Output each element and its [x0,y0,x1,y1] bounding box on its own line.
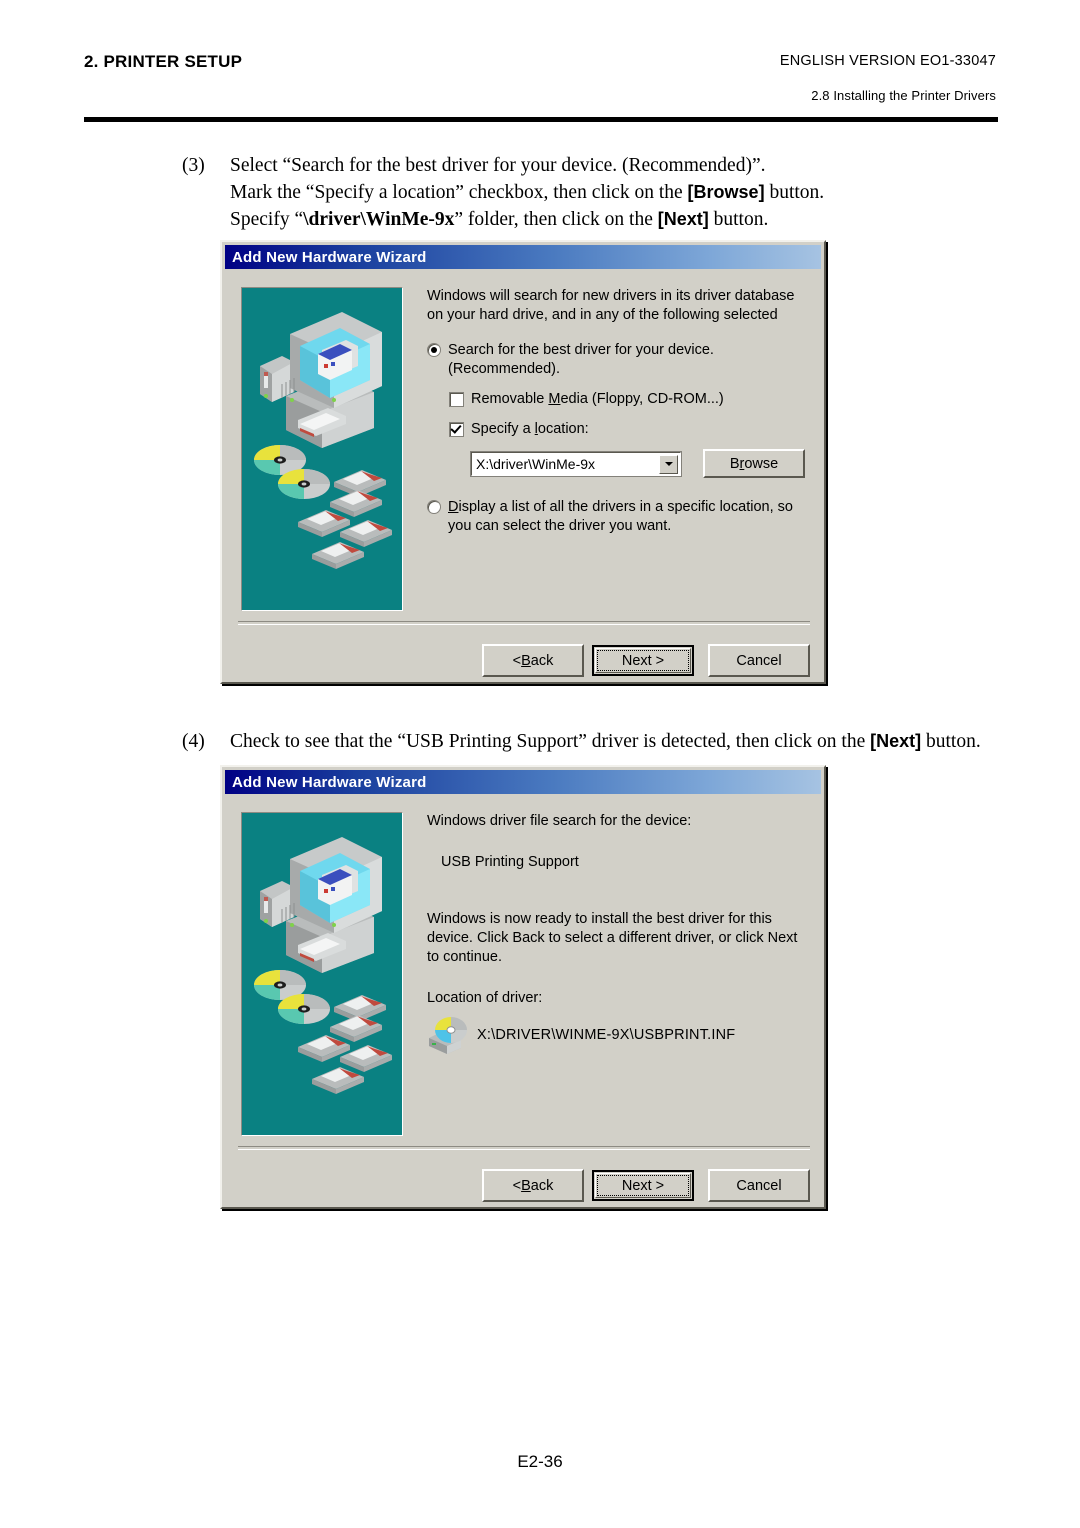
step-3-line3-pre: Specify “ [230,209,304,230]
checkbox-specify-location[interactable]: Specify a location: [427,420,810,439]
checkbox-checked-icon[interactable] [449,422,464,437]
browse-button-label-pre: B [729,455,740,472]
radio-display-list-line2: you can select the driver you want. [448,518,672,534]
step-4-paragraph: (4) Check to see that the “USB Printing … [182,728,1062,755]
computer-cd-floppy-illustration [242,288,402,610]
back-button-label-pre: < [512,1177,522,1194]
dialog-1-titlebar[interactable]: Add New Hardware Wizard [225,245,821,269]
ready-message-line3: to continue. [427,949,502,965]
step-3-folder-path: \driver\WinMe-9x [303,209,455,230]
browse-button[interactable]: Br owse [703,449,805,478]
location-combobox[interactable]: X:\driver\WinMe-9x [470,450,682,477]
checkbox-removable-media[interactable]: Removable Media (Floppy, CD-ROM...) [427,390,810,409]
back-button-mnemonic: B [521,652,531,669]
radio-search-best-driver-line2: (Recommended). [448,361,561,377]
checkbox-removable-media-label-pre: Removable [471,391,549,407]
checkbox-removable-media-mnemonic: M [548,391,561,407]
chevron-down-icon[interactable] [659,454,678,474]
page-footer: E2-36 [0,1452,1080,1472]
driver-path-value: X:\DRIVER\WINME-9X\USBPRINT.INF [477,1027,736,1043]
checkbox-removable-media-label-post: edia (Floppy, CD-ROM...) [560,391,724,407]
checkbox-specify-location-label-post: ocation: [537,421,589,437]
radio-display-list[interactable]: Display a list of all the drivers in a s… [427,498,810,536]
dialog-1-intro-line1: Windows will search for new drivers in i… [427,288,795,304]
back-button-label-post: ack [530,1177,554,1194]
step-3-next-ref: [Next] [657,209,709,229]
add-new-hardware-wizard-dialog-2[interactable]: Add New Hardware Wizard Windows driver f… [220,765,826,1209]
step-3-line2-post: button. [764,182,825,203]
back-button-mnemonic: B [521,1177,531,1194]
radio-display-list-mnemonic: D [448,499,459,515]
step-3-paragraph: (3) Select “Search for the best driver f… [182,152,1042,233]
back-button-label-post: ack [530,652,554,669]
detected-device-name: USB Printing Support [441,854,579,870]
radio-search-best-driver[interactable]: Search for the best driver for your devi… [427,341,810,379]
page-number: E2-36 [517,1452,563,1471]
dialog-1-button-bar: < Back Next > Cancel [482,644,810,677]
location-of-driver-label: Location of driver: [427,990,543,1006]
next-button[interactable]: Next > [595,1173,691,1198]
dialog-2-separator [238,1146,810,1150]
header-divider [84,117,998,122]
back-button[interactable]: < Back [482,644,584,677]
dialog-1-intro-line2: on your hard drive, and in any of the fo… [427,307,778,323]
step-4-line1-post: button. [921,731,981,752]
step-3-number: (3) [182,155,205,176]
subsection-label: 2.8 Installing the Printer Drivers [811,88,996,103]
next-button[interactable]: Next > [595,648,691,673]
section-title: 2. PRINTER SETUP [84,52,243,71]
dialog-2-titlebar[interactable]: Add New Hardware Wizard [225,770,821,794]
step-4-next-ref: [Next] [870,731,922,751]
step-3-line2-pre: Mark the “Specify a location” checkbox, … [230,182,688,203]
step-3-line3-post: button. [708,209,769,230]
dialog-2-content: Windows driver file search for the devic… [427,812,810,1054]
next-button-default-frame[interactable]: Next > [592,1170,694,1201]
computer-cd-floppy-illustration [242,813,402,1135]
driver-search-label: Windows driver file search for the devic… [427,813,692,829]
checkbox-specify-location-label-pre: Specify a [471,421,535,437]
dialog-2-title: Add New Hardware Wizard [232,773,427,791]
radio-button-unselected-icon[interactable] [427,500,441,514]
cancel-button[interactable]: Cancel [708,1169,810,1202]
radio-button-selected-icon[interactable] [427,343,441,357]
step-3-line1: Select “Search for the best driver for y… [230,155,766,176]
dialog-1-title: Add New Hardware Wizard [232,248,427,266]
step-4-number: (4) [182,731,205,752]
cancel-button[interactable]: Cancel [708,644,810,677]
dialog-1-content: Windows will search for new drivers in i… [427,287,810,536]
radio-display-list-line1: isplay a list of all the drivers in a sp… [458,499,793,515]
next-button-default-frame[interactable]: Next > [592,645,694,676]
ready-message-line1: Windows is now ready to install the best… [427,911,772,927]
back-button-label-pre: < [512,652,522,669]
step-3-browse-ref: [Browse] [687,182,765,202]
checkbox-unchecked-icon[interactable] [449,392,464,407]
page-header: 2. PRINTER SETUP ENGLISH VERSION EO1-330… [84,46,996,118]
wizard-illustration-1 [241,287,403,611]
radio-search-best-driver-line1: Search for the best driver for your devi… [448,342,714,358]
add-new-hardware-wizard-dialog-1[interactable]: Add New Hardware Wizard Windows will sea… [220,240,826,684]
step-3-line3-mid: ” folder, then click on the [454,209,658,230]
back-button[interactable]: < Back [482,1169,584,1202]
version-label: ENGLISH VERSION EO1-33047 [779,53,996,69]
driver-location-row: X:\DRIVER\WINME-9X\USBPRINT.INF [427,1016,810,1054]
step-4-line1-pre: Check to see that the “USB Printing Supp… [230,731,871,752]
dialog-1-separator [238,621,810,625]
cd-drive-icon [427,1016,471,1054]
ready-message-line2: device. Click Back to select a different… [427,930,798,946]
browse-button-label-post: owse [744,455,779,472]
location-row: X:\driver\WinMe-9x Br owse [470,449,810,478]
location-combobox-value: X:\driver\WinMe-9x [476,455,596,472]
dialog-2-button-bar: < Back Next > Cancel [482,1169,810,1202]
wizard-illustration-2 [241,812,403,1136]
